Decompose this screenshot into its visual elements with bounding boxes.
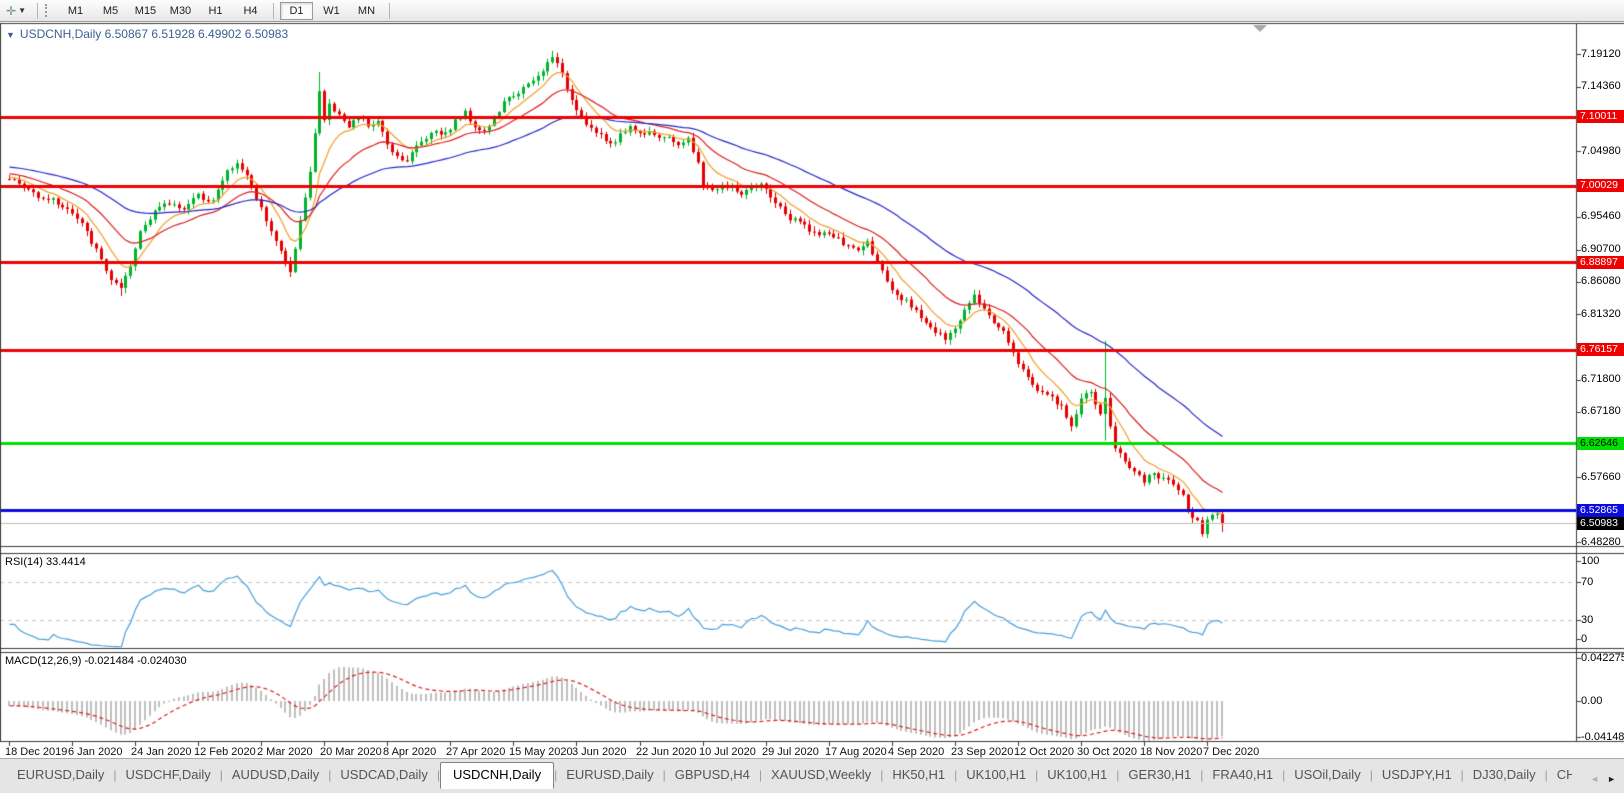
date-axis-label: 7 Dec 2020 <box>1203 746 1260 758</box>
chart-tab-eurusd-daily[interactable]: EURUSD,Daily <box>557 763 662 787</box>
toolbar-grip[interactable] <box>44 4 50 17</box>
rsi-scale-label: 30 <box>1581 614 1594 626</box>
price-tick-label: 7.04980 <box>1581 144 1621 157</box>
date-axis-label: 20 Mar 2020 <box>320 746 382 758</box>
price-tick-label: 7.19120 <box>1581 47 1621 60</box>
toolbar-separator <box>272 2 274 19</box>
timeframe-button-w1[interactable]: W1 <box>315 2 348 20</box>
chart-window: ▼ USDCNH,Daily 6.50867 6.51928 6.49902 6.… <box>0 22 1624 758</box>
chart-tab-usdchf-daily[interactable]: USDCHF,Daily <box>117 763 220 787</box>
chart-tab-usdcnh-daily[interactable]: USDCNH,Daily <box>439 762 555 789</box>
dropdown-caret-icon[interactable]: ▼ <box>18 6 26 15</box>
chart-tab-xauusd-weekly[interactable]: XAUUSD,Weekly <box>762 763 880 787</box>
chart-tab-uk100-h1[interactable]: UK100,H1 <box>1038 763 1116 787</box>
date-axis-label: 23 Sep 2020 <box>951 746 1014 758</box>
price-line-label: 7.10011 <box>1577 110 1624 124</box>
rsi-scale-label: 100 <box>1581 555 1600 567</box>
chart-tab-hk50-h1[interactable]: HK50,H1 <box>883 763 954 787</box>
top-toolbar: ✛ ▼ M1 M5 M15 M30 H1 H4 D1 W1 MN <box>0 0 1624 22</box>
timeframe-button-h4[interactable]: H4 <box>234 2 267 20</box>
date-axis-label: 18 Nov 2020 <box>1140 746 1203 758</box>
date-axis-label: 30 Oct 2020 <box>1077 746 1137 758</box>
macd-scale-label: -0.04148 <box>1581 731 1624 743</box>
price-line-label: 6.76157 <box>1577 343 1624 357</box>
rsi-scale-label: 70 <box>1581 576 1594 588</box>
date-axis-label: 10 Jul 2020 <box>699 746 756 758</box>
price-tick-label: 6.48280 <box>1581 535 1621 548</box>
price-tick-label: 6.67180 <box>1581 405 1621 418</box>
date-axis-label: 18 Dec 2019 <box>5 746 68 758</box>
chart-tab-audusd-daily[interactable]: AUDUSD,Daily <box>223 763 328 787</box>
toolbar-separator <box>388 2 390 19</box>
date-axis-label: 17 Aug 2020 <box>825 746 887 758</box>
chart-tab-usdcad-daily[interactable]: USDCAD,Daily <box>331 763 436 787</box>
date-axis-label: 12 Feb 2020 <box>194 746 256 758</box>
tab-scroll-left-button[interactable]: ◄ <box>1590 774 1599 784</box>
price-tick-label: 6.71800 <box>1581 373 1621 386</box>
toolbar-separator <box>36 2 38 19</box>
date-axis-label: 29 Jul 2020 <box>762 746 819 758</box>
date-axis-label: 22 Jun 2020 <box>636 746 697 758</box>
tab-scroll-right-button[interactable]: ► <box>1607 774 1616 784</box>
price-chart-canvas[interactable] <box>0 22 1624 758</box>
chart-tab-usoil-daily[interactable]: USOil,Daily <box>1285 763 1369 787</box>
date-axis-label: 2 Mar 2020 <box>257 746 313 758</box>
date-axis-label: 8 Apr 2020 <box>383 746 437 758</box>
price-line-label: 6.50983 <box>1577 516 1624 530</box>
price-tick-label: 6.95460 <box>1581 210 1621 223</box>
crosshair-tool-icon[interactable]: ✛ <box>6 1 16 21</box>
timeframe-button-m30[interactable]: M30 <box>164 2 197 20</box>
chart-tab-uk100-h1[interactable]: UK100,H1 <box>957 763 1035 787</box>
price-tick-label: 6.57660 <box>1581 470 1621 483</box>
price-tick-label: 6.90700 <box>1581 243 1621 256</box>
date-axis-label: 4 Sep 2020 <box>888 746 945 758</box>
timeframe-button-h1[interactable]: H1 <box>199 2 232 20</box>
macd-scale-label: 0.00 <box>1581 695 1603 707</box>
rsi-scale-label: 0 <box>1581 633 1588 645</box>
price-tick-label: 6.81320 <box>1581 307 1621 320</box>
timeframe-button-m15[interactable]: M15 <box>129 2 162 20</box>
timeframe-button-m1[interactable]: M1 <box>59 2 92 20</box>
chart-tab-ger30-h1[interactable]: GER30,H1 <box>1119 763 1200 787</box>
chart-title-symbol: USDCNH,Daily <box>19 27 102 41</box>
date-axis-label: 27 Apr 2020 <box>446 746 506 758</box>
chart-title-ohlc: 6.50867 6.51928 6.49902 6.50983 <box>104 27 289 41</box>
chart-tab-dj30-daily[interactable]: DJ30,Daily <box>1464 763 1545 787</box>
chart-tab-fra40-h1[interactable]: FRA40,H1 <box>1203 763 1282 787</box>
chart-tab-eurusd-daily[interactable]: EURUSD,Daily <box>8 763 113 787</box>
timeframe-button-mn[interactable]: MN <box>350 2 383 20</box>
chart-title: ▼ USDCNH,Daily 6.50867 6.51928 6.49902 6.… <box>6 27 288 41</box>
chart-tab-bar: EURUSD,Daily | USDCHF,Daily | AUDUSD,Daily | U… <box>0 758 1624 793</box>
price-tick-label: 6.86080 <box>1581 275 1621 288</box>
rsi-label: RSI(14) 33.4414 <box>5 556 86 568</box>
price-tick-label: 7.14360 <box>1581 80 1621 93</box>
date-axis-label: 3 Jun 2020 <box>572 746 627 758</box>
date-axis-label: 15 May 2020 <box>509 746 573 758</box>
price-line-label: 6.88897 <box>1577 255 1624 269</box>
timeframe-button-d1[interactable]: D1 <box>279 1 313 20</box>
timeframe-button-m5[interactable]: M5 <box>94 2 127 20</box>
price-line-label: 6.52865 <box>1577 503 1624 517</box>
chart-tab-gbpusd-h4[interactable]: GBPUSD,H4 <box>666 763 759 787</box>
price-line-label: 6.62646 <box>1577 436 1624 450</box>
date-axis-label: 12 Oct 2020 <box>1014 746 1074 758</box>
timeframe-button-group: M1 M5 M15 M30 H1 H4 D1 W1 MN <box>58 1 395 20</box>
chart-title-caret-icon: ▼ <box>6 30 15 40</box>
chart-tab-usdjpy-h1[interactable]: USDJPY,H1 <box>1373 763 1461 787</box>
price-line-label: 7.00029 <box>1577 179 1624 193</box>
macd-scale-label: 0.042275 <box>1581 652 1624 664</box>
date-axis-label: 6 Jan 2020 <box>68 746 123 758</box>
macd-label: MACD(12,26,9) -0.021484 -0.024030 <box>5 655 187 667</box>
tab-scroll-controls: ◄ ► <box>1572 759 1624 793</box>
date-axis-label: 24 Jan 2020 <box>131 746 192 758</box>
